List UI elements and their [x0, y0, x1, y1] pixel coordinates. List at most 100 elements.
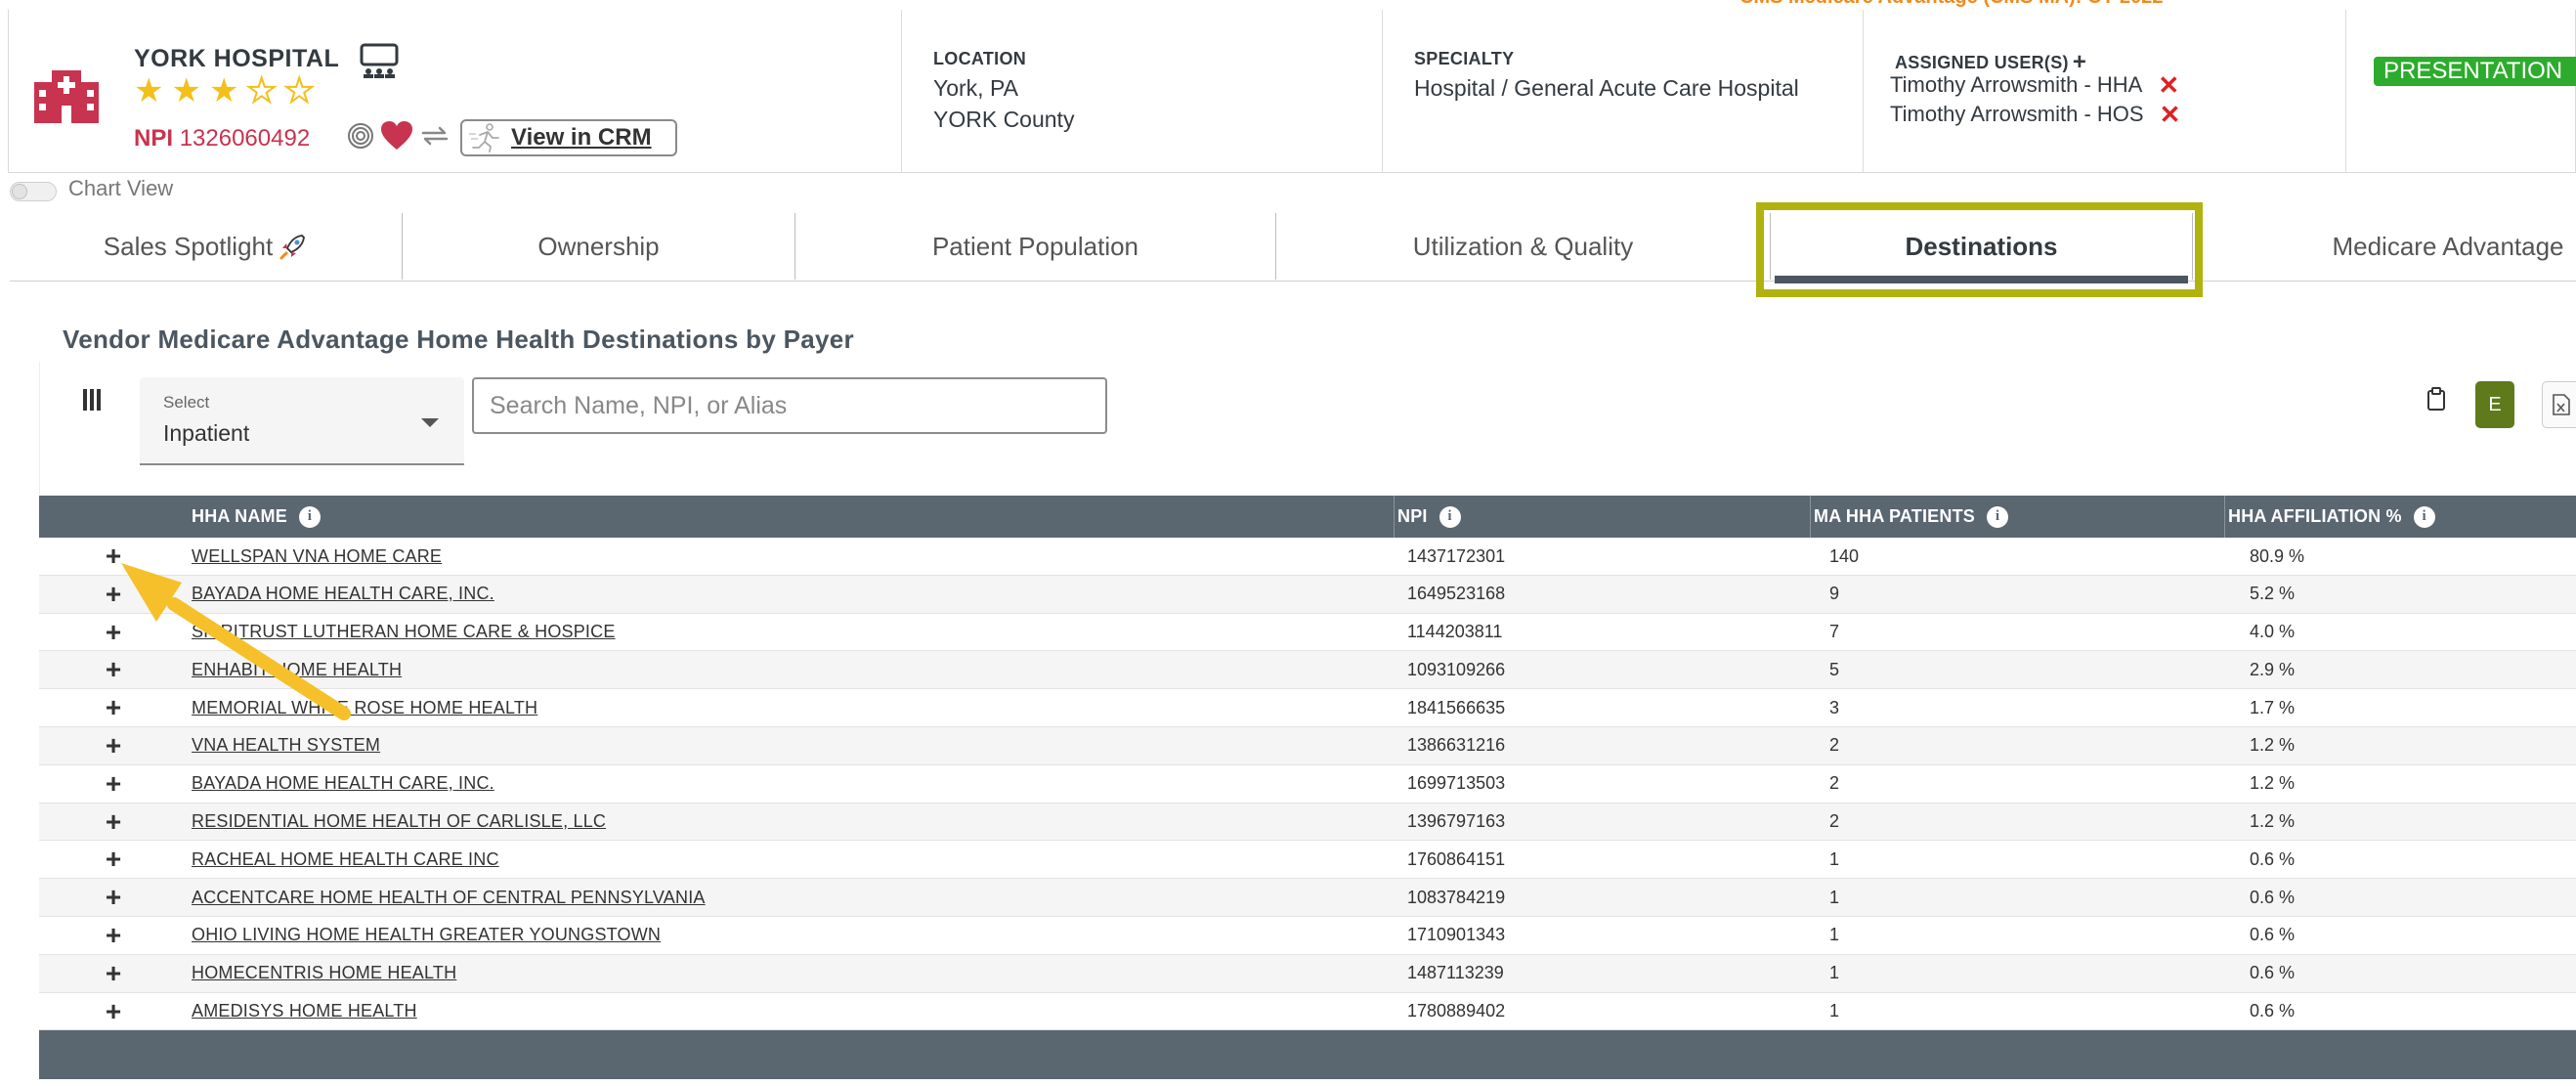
column-divider	[2224, 496, 2225, 538]
target-icon[interactable]	[347, 122, 374, 150]
hha-name-link[interactable]: SPIRITRUST LUTHERAN HOME CARE & HOSPICE	[192, 614, 616, 651]
select-label: Select	[163, 393, 210, 412]
tab-medicare-advantage[interactable]: Medicare Advantage	[2199, 213, 2576, 280]
npi-display: NPI 1326060492	[134, 125, 310, 152]
hha-affiliation-cell: 4.0 %	[2250, 622, 2296, 642]
hha-name-link[interactable]: RESIDENTIAL HOME HEALTH OF CARLISLE, LLC	[192, 804, 606, 841]
table-row: + OHIO LIVING HOME HEALTH GREATER YOUNGST…	[39, 917, 2576, 955]
ma-hha-patients-cell: 5	[1829, 659, 1840, 679]
expand-plus-icon[interactable]: +	[102, 576, 125, 613]
active-tab-highlight	[1756, 202, 2203, 297]
info-icon[interactable]: i	[298, 505, 321, 528]
provider-header: YORK HOSPITAL ★ ★ ★ ★ ★ NPI 1326060492 V…	[8, 10, 2576, 173]
expand-plus-icon[interactable]: +	[102, 765, 125, 803]
hha-name-link[interactable]: OHIO LIVING HOME HEALTH GREATER YOUNGSTO…	[192, 917, 661, 954]
expand-plus-icon[interactable]: +	[102, 879, 125, 916]
tab-sales-spotlight[interactable]: Sales Spotlight	[10, 213, 403, 280]
hha-name-link[interactable]: MEMORIAL WHITE ROSE HOME HEALTH	[192, 689, 537, 726]
remove-user-close-icon[interactable]: ✕	[2158, 72, 2179, 98]
tab-label: Sales Spotlight	[103, 231, 274, 261]
expand-plus-icon[interactable]: +	[102, 538, 125, 575]
column-header-hha-name[interactable]: HHA NAME i	[192, 496, 321, 538]
columns-icon[interactable]	[83, 389, 101, 411]
clipboard-icon[interactable]	[2426, 387, 2446, 411]
ma-hha-patients-cell: 9	[1829, 584, 1840, 604]
search-input[interactable]	[472, 377, 1107, 434]
ma-hha-patients-cell: 1	[1829, 925, 1840, 945]
hha-affiliation-cell: 0.6 %	[2250, 848, 2296, 869]
star-empty-icon: ★	[245, 72, 278, 109]
select-value: Inpatient	[163, 420, 250, 446]
star-empty-icon: ★	[283, 72, 316, 109]
expand-plus-icon[interactable]: +	[102, 955, 125, 992]
destinations-table: HHA NAME i NPI i MA HHA PATIENTS i HHA AFFI…	[39, 496, 2576, 1080]
hha-affiliation-cell: 1.2 %	[2250, 811, 2296, 832]
hha-name-link[interactable]: ACCENTCARE HOME HEALTH OF CENTRAL PENNSY…	[192, 879, 706, 916]
info-icon[interactable]: i	[1987, 505, 2008, 528]
expand-plus-icon[interactable]: +	[102, 614, 125, 651]
tab-patient-population[interactable]: Patient Population	[795, 213, 1276, 280]
table-row: + VNA HEALTH SYSTEM 1386631216 2 1.2 %	[39, 726, 2576, 765]
column-divider	[1394, 496, 1395, 538]
chevron-down-icon	[421, 418, 439, 427]
column-header-hha-affiliation[interactable]: HHA AFFILIATION % i	[2228, 496, 2435, 538]
toggle-knob	[12, 184, 27, 199]
expand-plus-icon[interactable]: +	[102, 727, 125, 764]
tab-label: Ownership	[537, 231, 660, 261]
info-icon[interactable]: i	[1438, 505, 1461, 528]
presentation-icon[interactable]	[359, 43, 400, 78]
excel-button[interactable]	[2542, 381, 2576, 428]
npi-cell: 1649523168	[1407, 584, 1506, 604]
hha-name-link[interactable]: ENHABIT HOME HEALTH	[192, 651, 402, 688]
column-header-npi[interactable]: NPI i	[1397, 496, 1461, 538]
hha-name-link[interactable]: BAYADA HOME HEALTH CARE, INC.	[192, 576, 494, 613]
heart-icon[interactable]	[380, 121, 413, 151]
chart-view-toggle[interactable]	[10, 182, 57, 201]
table-row: + WELLSPAN VNA HOME CARE 1437172301 140 80.9…	[39, 538, 2576, 576]
npi-cell: 1437172301	[1407, 545, 1506, 566]
remove-user-close-icon[interactable]: ✕	[2160, 102, 2181, 127]
column-header-ma-hha-patients[interactable]: MA HHA PATIENTS i	[1814, 496, 2008, 538]
expand-plus-icon[interactable]: +	[102, 993, 125, 1030]
provider-summary: YORK HOSPITAL ★ ★ ★ ★ ★ NPI 1326060492 V…	[9, 10, 902, 173]
expand-plus-icon[interactable]: +	[102, 651, 125, 688]
hha-name-link[interactable]: RACHEAL HOME HEALTH CARE INC	[192, 841, 499, 878]
column-header-label: HHA AFFILIATION %	[2228, 506, 2402, 526]
expand-plus-icon[interactable]: +	[102, 689, 125, 726]
expand-plus-icon[interactable]: +	[102, 917, 125, 954]
tab-utilization-quality[interactable]: Utilization & Quality	[1276, 213, 1771, 280]
hha-name-link[interactable]: WELLSPAN VNA HOME CARE	[192, 538, 442, 575]
tab-label: Patient Population	[931, 231, 1139, 261]
column-divider	[1810, 496, 1811, 538]
payer-select[interactable]: Select Inpatient	[140, 377, 464, 465]
specialty-value: Hospital / General Acute Care Hospital	[1414, 75, 1799, 101]
hha-name-link[interactable]: AMEDISYS HOME HEALTH	[192, 993, 417, 1030]
star-filled-icon: ★	[208, 72, 239, 109]
hha-affiliation-cell: 0.6 %	[2250, 1001, 2296, 1021]
sync-icon[interactable]	[419, 122, 451, 150]
hha-name-link[interactable]: VNA HEALTH SYSTEM	[192, 727, 380, 764]
expand-plus-icon[interactable]: +	[102, 804, 125, 841]
hospital-name: YORK HOSPITAL	[134, 45, 340, 72]
npi-cell: 1780889402	[1407, 1001, 1506, 1021]
report-source-banner: CMS Medicare Advantage (CMS MA): CY 2022	[1739, 0, 2163, 9]
tab-ownership[interactable]: Ownership	[403, 213, 795, 280]
ma-hha-patients-cell: 3	[1829, 697, 1840, 717]
hha-name-link[interactable]: BAYADA HOME HEALTH CARE, INC.	[192, 765, 494, 803]
star-filled-icon: ★	[171, 72, 201, 109]
view-in-crm-button[interactable]: View in CRM	[460, 119, 677, 156]
npi-cell: 1760864151	[1407, 848, 1506, 869]
app-root: CMS Medicare Advantage (CMS MA): CY 2022…	[0, 0, 2576, 1086]
table-row: + BAYADA HOME HEALTH CARE, INC. 1699713503…	[39, 765, 2576, 804]
ma-hha-patients-cell: 1	[1829, 963, 1840, 983]
presentation-button[interactable]: PRESENTATION	[2374, 57, 2576, 86]
column-header-label: MA HHA PATIENTS	[1814, 506, 1975, 526]
hha-name-link[interactable]: HOMECENTRIS HOME HEALTH	[192, 955, 456, 992]
export-button[interactable]: E	[2475, 381, 2514, 428]
ma-hha-patients-cell: 1	[1829, 1001, 1840, 1021]
npi-cell: 1144203811	[1407, 622, 1503, 642]
info-icon[interactable]: i	[2413, 505, 2435, 528]
expand-plus-icon[interactable]: +	[102, 841, 125, 878]
hha-affiliation-cell: 1.7 %	[2250, 697, 2296, 717]
npi-value: 1326060492	[179, 125, 311, 152]
